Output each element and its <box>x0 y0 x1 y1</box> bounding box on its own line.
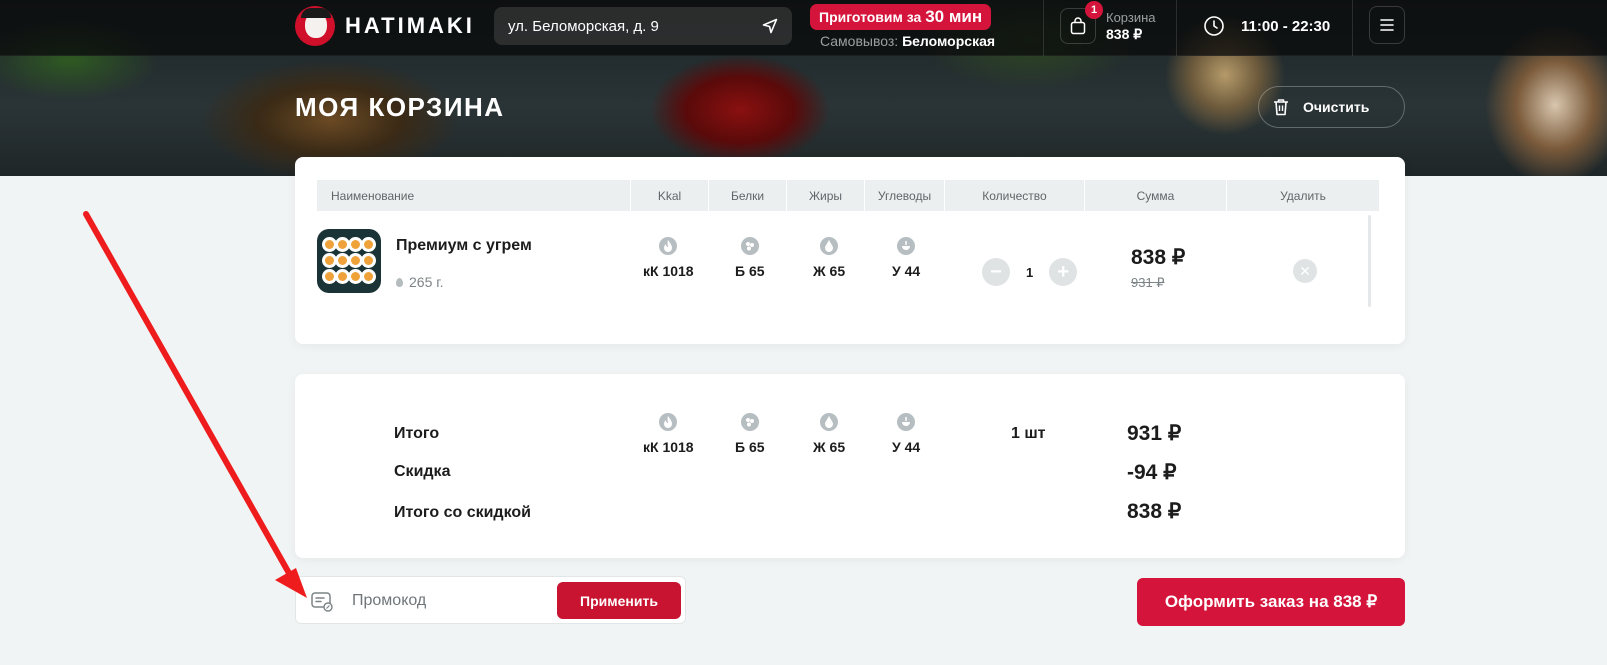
table-header: Наименование Kkal Белки Жиры Углеводы Ко… <box>317 180 1379 211</box>
fat-cell: Ж 65 <box>813 237 845 279</box>
summary-protein-value: Б 65 <box>735 439 765 455</box>
menu-button[interactable] <box>1369 6 1405 44</box>
product-image[interactable] <box>317 229 381 293</box>
cart-button[interactable]: 1 <box>1060 1 1103 44</box>
summary-fat: Ж 65 <box>813 413 845 455</box>
item-price: 838 ₽ <box>1131 246 1186 269</box>
weight-icon <box>396 277 403 287</box>
flame-icon <box>659 237 678 255</box>
promo-code-input[interactable] <box>352 587 542 615</box>
total-discounted-label: Итого со скидкой <box>394 504 531 521</box>
scrollbar[interactable] <box>1368 215 1371 307</box>
fat-drop-icon <box>820 413 839 431</box>
column-header-fat: Жиры <box>787 180 865 211</box>
product-name[interactable]: Премиум с угрем <box>396 237 532 255</box>
trash-icon <box>1274 99 1288 116</box>
address-text: ул. Беломорская, д. 9 <box>508 17 659 35</box>
minus-icon[interactable]: − <box>982 258 1010 286</box>
logo[interactable]: HATIMAKI <box>295 6 475 46</box>
apply-promo-button[interactable]: Применить <box>557 582 681 619</box>
delivery-info: Приготовим за 30 мин Самовывоз: Беломорс… <box>810 4 995 49</box>
cart-total: 838 ₽ <box>1106 25 1143 42</box>
divider <box>1176 0 1177 56</box>
column-header-name: Наименование <box>317 180 631 211</box>
protein-icon <box>740 237 759 255</box>
summary-fat-value: Ж 65 <box>813 439 846 455</box>
promo-code-field: Применить <box>295 576 686 624</box>
shopping-bag-icon <box>1070 17 1086 35</box>
flame-icon <box>659 413 678 431</box>
summary-count: 1 шт <box>1011 425 1046 442</box>
protein-cell: Б 65 <box>735 237 765 279</box>
product-weight: 265 г. <box>396 274 444 290</box>
promo-ticket-icon <box>311 592 333 612</box>
summary-carbs: У 44 <box>892 413 920 455</box>
cook-time-prefix: Приготовим за <box>819 9 922 25</box>
cart-label: Корзина <box>1106 9 1156 25</box>
clear-cart-button[interactable]: Очистить <box>1258 86 1405 128</box>
quantity-stepper: − 1 + <box>982 258 1078 286</box>
column-header-delete: Удалить <box>1280 188 1326 203</box>
kcal-cell: кК 1018 <box>643 237 694 279</box>
discount-label: Скидка <box>394 463 451 480</box>
column-header-sum: Сумма <box>1085 180 1227 211</box>
navigation-arrow-icon <box>762 18 778 34</box>
fat-drop-icon <box>820 237 839 255</box>
plus-icon[interactable]: + <box>1049 258 1078 286</box>
carbs-icon <box>897 237 916 255</box>
protein-icon <box>740 413 759 431</box>
carbs-cell: У 44 <box>892 237 920 279</box>
pickup-info: Самовывоз: Беломорская <box>810 33 995 49</box>
product-weight-value: 265 г. <box>409 274 444 290</box>
summary-protein: Б 65 <box>735 413 765 455</box>
pickup-label: Самовывоз: <box>820 33 899 49</box>
quantity-value: 1 <box>1026 264 1034 280</box>
column-header-carbs: Углеводы <box>865 180 945 211</box>
summary-card: Итого Скидка Итого со скидкой кК 1018 Б … <box>295 374 1405 558</box>
clear-cart-label: Очистить <box>1303 99 1370 115</box>
cart-count-badge: 1 <box>1085 1 1103 19</box>
column-header-quantity: Количество <box>945 180 1085 211</box>
logo-mark-icon <box>295 6 335 46</box>
summary-total-discounted: 838 ₽ <box>1127 500 1182 523</box>
cook-time-badge: Приготовим за 30 мин <box>810 4 992 30</box>
close-icon[interactable]: ✕ <box>1293 259 1317 283</box>
cook-time-value: 30 мин <box>925 7 983 26</box>
page-title: МОЯ КОРЗИНА <box>295 92 505 122</box>
table-row: Премиум с угрем 265 г. кК 1018 Б 65 Ж 65… <box>317 217 1379 312</box>
clock-icon <box>1204 16 1224 36</box>
column-header-protein: Белки <box>709 180 787 211</box>
summary-total: 931 ₽ <box>1127 422 1182 445</box>
total-label: Итого <box>394 425 440 442</box>
column-header-kcal: Kkal <box>631 180 709 211</box>
kcal-value: кК 1018 <box>643 263 694 279</box>
top-navigation-bar: HATIMAKI ул. Беломорская, д. 9 Приготови… <box>0 0 1607 56</box>
menu-icon <box>1380 19 1394 31</box>
summary-kcal: кК 1018 <box>643 413 694 455</box>
hours-text: 11:00 - 22:30 <box>1241 17 1331 35</box>
summary-discount: -94 ₽ <box>1127 461 1177 484</box>
pickup-place: Беломорская <box>902 33 996 49</box>
carbs-icon <box>897 413 916 431</box>
carbs-value: У 44 <box>892 263 921 279</box>
divider <box>1352 0 1353 56</box>
protein-value: Б 65 <box>735 263 765 279</box>
fat-value: Ж 65 <box>813 263 846 279</box>
cart-widget[interactable]: 1 Корзина 838 ₽ <box>1060 1 1156 44</box>
divider <box>1043 0 1044 56</box>
address-selector[interactable]: ул. Беломорская, д. 9 <box>494 7 792 45</box>
summary-kcal-value: кК 1018 <box>643 439 694 455</box>
logo-text: HATIMAKI <box>345 13 475 38</box>
cart-table-card: Наименование Kkal Белки Жиры Углеводы Ко… <box>295 157 1405 344</box>
place-order-button[interactable]: Оформить заказ на 838 ₽ <box>1137 578 1405 626</box>
summary-carbs-value: У 44 <box>892 439 921 455</box>
working-hours: 11:00 - 22:30 <box>1203 15 1330 37</box>
item-old-price: 931 ₽ <box>1131 275 1165 290</box>
